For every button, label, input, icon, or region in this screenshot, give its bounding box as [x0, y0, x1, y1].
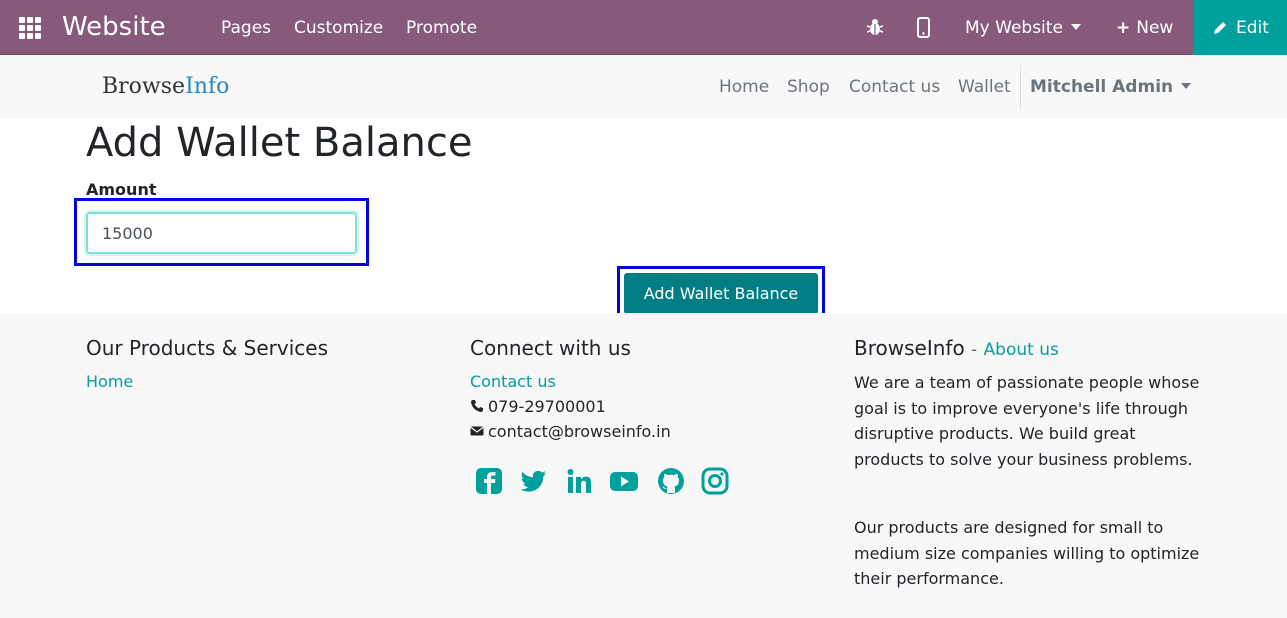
- logo-text-browse: Browse: [102, 74, 186, 99]
- amount-label: Amount: [86, 180, 157, 199]
- nav-contact-us[interactable]: Contact us: [849, 75, 940, 99]
- admin-topbar: Website Pages Customize Promote My Websi…: [0, 0, 1287, 55]
- nav-divider: [1020, 65, 1021, 109]
- site-logo[interactable]: BrowseInfo: [102, 74, 229, 100]
- footer-email: contact@browseinfo.in: [470, 421, 671, 443]
- new-button[interactable]: + New: [1116, 17, 1173, 39]
- footer-contact-link[interactable]: Contact us: [470, 371, 556, 393]
- footer-phone-text: 079-29700001: [488, 397, 606, 416]
- footer-products-heading: Our Products & Services: [86, 336, 329, 360]
- footer-phone: 079-29700001: [470, 396, 606, 418]
- footer-about-heading: BrowseInfo - About us: [854, 335, 1059, 363]
- menu-pages[interactable]: Pages: [221, 17, 271, 39]
- footer-about-paragraph-1: We are a team of passionate people whose…: [854, 373, 1200, 469]
- apps-menu-icon[interactable]: [19, 17, 41, 39]
- nav-shop[interactable]: Shop: [787, 75, 830, 99]
- nav-wallet[interactable]: Wallet: [958, 75, 1011, 99]
- envelope-icon: [470, 426, 484, 436]
- add-wallet-balance-button[interactable]: Add Wallet Balance: [624, 273, 818, 314]
- logo-text-info: Info: [185, 74, 230, 99]
- footer-about-paragraph-2: Our products are designed for small to m…: [854, 518, 1200, 588]
- user-name: Mitchell Admin: [1030, 77, 1174, 97]
- linkedin-icon[interactable]: [564, 466, 594, 496]
- pencil-icon: [1214, 22, 1226, 34]
- debug-bug-icon[interactable]: [866, 17, 884, 37]
- menu-customize[interactable]: Customize: [294, 17, 383, 39]
- nav-home[interactable]: Home: [719, 75, 769, 99]
- youtube-icon[interactable]: [609, 466, 639, 496]
- phone-icon: [471, 400, 483, 412]
- app-title: Website: [62, 12, 166, 42]
- footer-email-text[interactable]: contact@browseinfo.in: [488, 422, 671, 441]
- footer-heading-separator: -: [971, 340, 978, 360]
- chevron-down-icon: [1070, 24, 1081, 30]
- plus-icon: +: [1116, 18, 1131, 38]
- website-header: BrowseInfo Home Shop Contact us Wallet M…: [0, 55, 1287, 119]
- instagram-icon[interactable]: [700, 466, 730, 496]
- website-selector-dropdown[interactable]: My Website: [965, 17, 1081, 39]
- github-icon[interactable]: [656, 466, 686, 496]
- menu-promote[interactable]: Promote: [406, 17, 477, 39]
- new-button-label: New: [1136, 18, 1174, 38]
- footer-connect-heading: Connect with us: [470, 336, 631, 360]
- edit-button-label: Edit: [1236, 18, 1269, 38]
- user-menu-dropdown[interactable]: Mitchell Admin: [1030, 75, 1192, 99]
- website-selector-label: My Website: [965, 18, 1063, 38]
- page-title: Add Wallet Balance: [86, 120, 473, 166]
- footer-home-link[interactable]: Home: [86, 371, 133, 393]
- chevron-down-icon: [1181, 83, 1192, 89]
- twitter-icon[interactable]: [519, 466, 549, 496]
- mobile-preview-icon[interactable]: [917, 17, 930, 38]
- facebook-icon[interactable]: [474, 466, 504, 496]
- footer-company-name: BrowseInfo: [854, 336, 965, 360]
- footer-about-link[interactable]: About us: [984, 340, 1059, 360]
- edit-button[interactable]: Edit: [1194, 0, 1287, 55]
- amount-input[interactable]: [86, 212, 357, 254]
